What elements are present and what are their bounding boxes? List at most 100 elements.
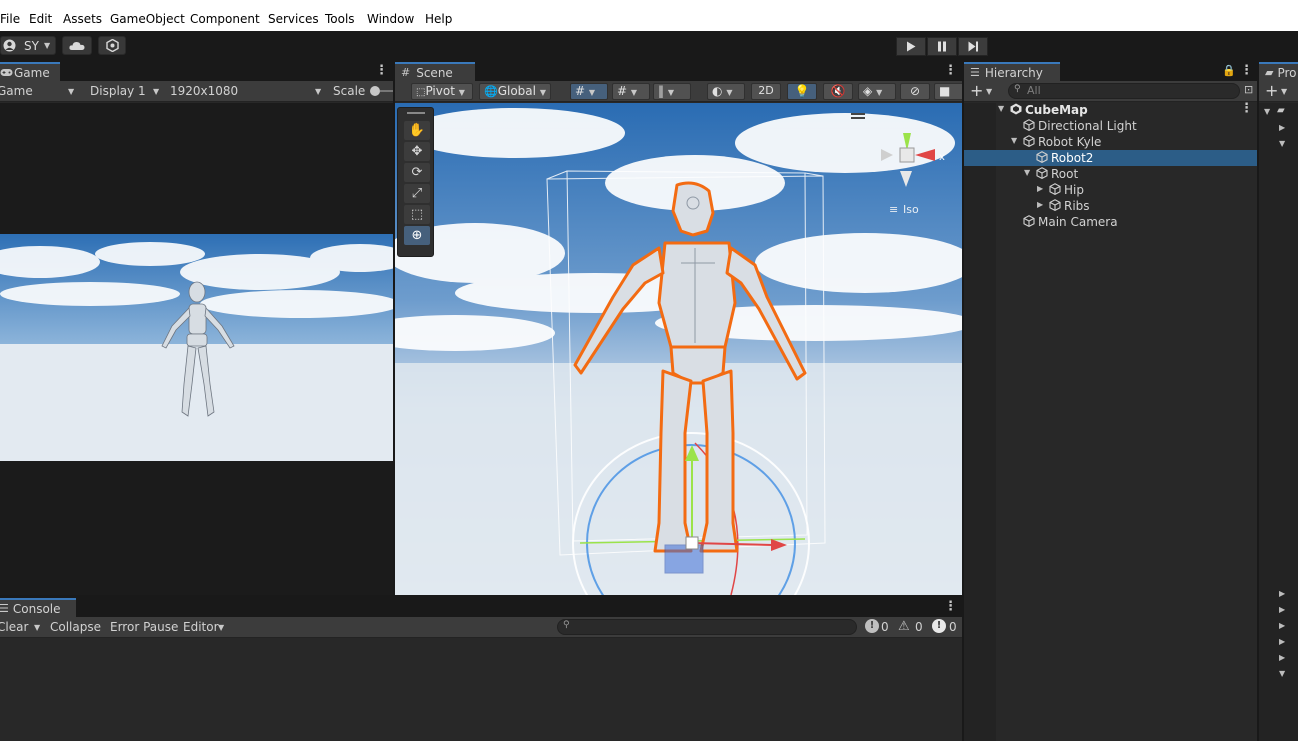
tree-arrow-icon[interactable]: ▶ bbox=[1279, 637, 1285, 646]
scene-kebab-icon[interactable]: ⋮ bbox=[1240, 101, 1253, 116]
scale-tool-button[interactable]: ⤢ bbox=[404, 184, 430, 203]
console-icon: ☰ bbox=[0, 602, 9, 615]
display-dropdown[interactable]: Display 1 bbox=[90, 84, 146, 98]
project-tree: ▼ ▰ ▶ ▼ ▶ ▶ ▶ ▶ ▶ ▼ bbox=[1259, 103, 1298, 741]
add-icon[interactable]: + bbox=[970, 81, 983, 100]
scene-viewport[interactable]: x Iso ≡ bbox=[395, 103, 962, 595]
tree-arrow-icon[interactable]: ▼ bbox=[1279, 139, 1285, 148]
palette-grip-icon[interactable] bbox=[407, 112, 425, 114]
menu-gameobject[interactable]: GameObject bbox=[110, 12, 185, 26]
error-pause-button[interactable]: Error Pause bbox=[110, 620, 178, 634]
grid-snap-toggle[interactable]: # ▼ bbox=[570, 83, 608, 100]
search-options-icon[interactable]: ⊡ bbox=[1244, 83, 1253, 96]
resolution-dropdown[interactable]: 1920x1080 bbox=[170, 84, 238, 98]
hierarchy-item-directional-light[interactable]: Directional Light bbox=[964, 118, 1257, 134]
warning-count[interactable]: 0 bbox=[915, 620, 923, 634]
menu-component[interactable]: Component bbox=[190, 12, 260, 26]
collapse-arrow-icon[interactable]: ▶ bbox=[1037, 184, 1043, 193]
hierarchy-item-main-camera[interactable]: Main Camera bbox=[964, 214, 1257, 230]
menu-edit[interactable]: Edit bbox=[29, 12, 52, 26]
tree-arrow-icon[interactable]: ▼ bbox=[1279, 669, 1285, 678]
effects-dropdown[interactable]: ◈ ▼ bbox=[858, 83, 896, 100]
transform-icon: ⊕ bbox=[411, 228, 423, 243]
hierarchy-item-robot-kyle[interactable]: ▼ Robot Kyle bbox=[964, 134, 1257, 150]
play-icon bbox=[907, 41, 916, 52]
chevron-down-icon[interactable]: ▼ bbox=[986, 87, 992, 96]
expand-arrow-icon[interactable]: ▼ bbox=[998, 104, 1004, 113]
tree-arrow-icon[interactable]: ▶ bbox=[1279, 653, 1285, 662]
info-count[interactable]: 0 bbox=[881, 620, 889, 634]
clear-button[interactable]: Clear bbox=[0, 620, 28, 634]
audio-toggle[interactable]: 🔇 bbox=[823, 83, 853, 100]
title-strip bbox=[0, 0, 1298, 8]
projection-label: Iso bbox=[903, 203, 919, 216]
hierarchy-item-cubemap[interactable]: ▼ CubeMap ⋮ bbox=[964, 101, 1257, 118]
menu-window[interactable]: Window bbox=[367, 12, 414, 26]
rotate-tool-button[interactable]: ⟳ bbox=[404, 163, 430, 182]
tree-arrow-icon[interactable]: ▶ bbox=[1279, 123, 1285, 132]
tab-console[interactable]: ☰ Console bbox=[0, 598, 76, 617]
eye-off-icon: ⊘ bbox=[909, 84, 921, 98]
account-dropdown[interactable]: SY ▼ bbox=[0, 36, 56, 55]
hierarchy-search-input[interactable]: ⚲ All bbox=[1008, 83, 1240, 99]
hierarchy-item-ribs[interactable]: ▶ Ribs bbox=[964, 198, 1257, 214]
step-button[interactable] bbox=[958, 37, 988, 56]
play-button[interactable] bbox=[896, 37, 926, 56]
ruler-snap-toggle[interactable]: ‖ ▼ bbox=[653, 83, 691, 100]
menu-tools[interactable]: Tools bbox=[325, 12, 355, 26]
tab-scene[interactable]: # Scene bbox=[395, 62, 475, 81]
pause-button[interactable] bbox=[927, 37, 957, 56]
increment-snap-toggle[interactable]: # ▼ bbox=[612, 83, 650, 100]
move-tool-button[interactable]: ✥ bbox=[404, 142, 430, 161]
game-tabbar: Game ⋮ bbox=[0, 61, 393, 81]
tree-arrow-icon[interactable]: ▶ bbox=[1279, 589, 1285, 598]
tab-hierarchy[interactable]: ☰ Hierarchy bbox=[964, 62, 1060, 81]
game-menu-kebab-icon[interactable]: ⋮ bbox=[375, 63, 388, 78]
expand-arrow-icon[interactable]: ▼ bbox=[1011, 136, 1017, 145]
scale-slider-track[interactable] bbox=[380, 90, 393, 92]
tab-game[interactable]: Game bbox=[0, 62, 60, 81]
pivot-dropdown[interactable]: ⬚Pivot ▼ bbox=[411, 83, 473, 100]
menu-assets[interactable]: Assets bbox=[63, 12, 102, 26]
camera-dropdown[interactable]: ■ bbox=[934, 83, 962, 100]
tree-arrow-icon[interactable]: ▼ bbox=[1264, 107, 1270, 116]
lock-icon[interactable]: 🔒 bbox=[1222, 64, 1236, 77]
hierarchy-item-robot2[interactable]: Robot2 bbox=[964, 150, 1257, 166]
rect-tool-button[interactable]: ⬚ bbox=[404, 205, 430, 224]
scene-menu-kebab-icon[interactable]: ⋮ bbox=[944, 63, 957, 78]
scene-visibility-toggle[interactable]: ⊘ bbox=[900, 83, 930, 100]
scale-slider-thumb[interactable] bbox=[370, 86, 380, 96]
hand-tool-button[interactable]: ✋ bbox=[404, 121, 430, 140]
chevron-down-icon[interactable]: ▼ bbox=[34, 623, 40, 632]
tab-project[interactable]: ▰ Pro bbox=[1259, 62, 1298, 81]
overlay-handle-icon[interactable] bbox=[851, 117, 865, 119]
expand-arrow-icon[interactable]: ▼ bbox=[1024, 168, 1030, 177]
hierarchy-item-root[interactable]: ▼ Root bbox=[964, 166, 1257, 182]
tree-arrow-icon[interactable]: ▶ bbox=[1279, 605, 1285, 614]
chevron-down-icon[interactable]: ▼ bbox=[1281, 87, 1287, 96]
collapse-arrow-icon[interactable]: ▶ bbox=[1037, 200, 1043, 209]
menu-services[interactable]: Services bbox=[268, 12, 319, 26]
lighting-toggle[interactable]: 💡 bbox=[787, 83, 817, 100]
hierarchy-menu-kebab-icon[interactable]: ⋮ bbox=[1240, 63, 1253, 78]
editor-dropdown[interactable]: Editor bbox=[183, 620, 219, 634]
tree-arrow-icon[interactable]: ▶ bbox=[1279, 621, 1285, 630]
collapse-button[interactable]: Collapse bbox=[50, 620, 101, 634]
account-label: SY bbox=[24, 38, 39, 53]
hierarchy-item-hip[interactable]: ▶ Hip bbox=[964, 182, 1257, 198]
game-mode-dropdown[interactable]: Game bbox=[0, 84, 33, 98]
console-menu-kebab-icon[interactable]: ⋮ bbox=[944, 599, 957, 614]
transform-tool-button[interactable]: ⊕ bbox=[404, 226, 430, 245]
shading-mode-dropdown[interactable]: ◐ ▼ bbox=[707, 83, 745, 100]
menu-help[interactable]: Help bbox=[425, 12, 452, 26]
add-icon[interactable]: + bbox=[1265, 81, 1278, 100]
move-gizmo-center[interactable] bbox=[685, 536, 699, 550]
console-search-input[interactable]: ⚲ bbox=[557, 619, 857, 635]
collab-button[interactable] bbox=[98, 36, 126, 55]
error-count[interactable]: 0 bbox=[949, 620, 957, 634]
menu-file[interactable]: File bbox=[0, 12, 20, 26]
cloud-button[interactable] bbox=[62, 36, 92, 55]
overlay-handle-icon[interactable] bbox=[851, 113, 865, 115]
toggle-2d-button[interactable]: 2D bbox=[751, 83, 781, 100]
global-dropdown[interactable]: 🌐Global ▼ bbox=[479, 83, 551, 100]
